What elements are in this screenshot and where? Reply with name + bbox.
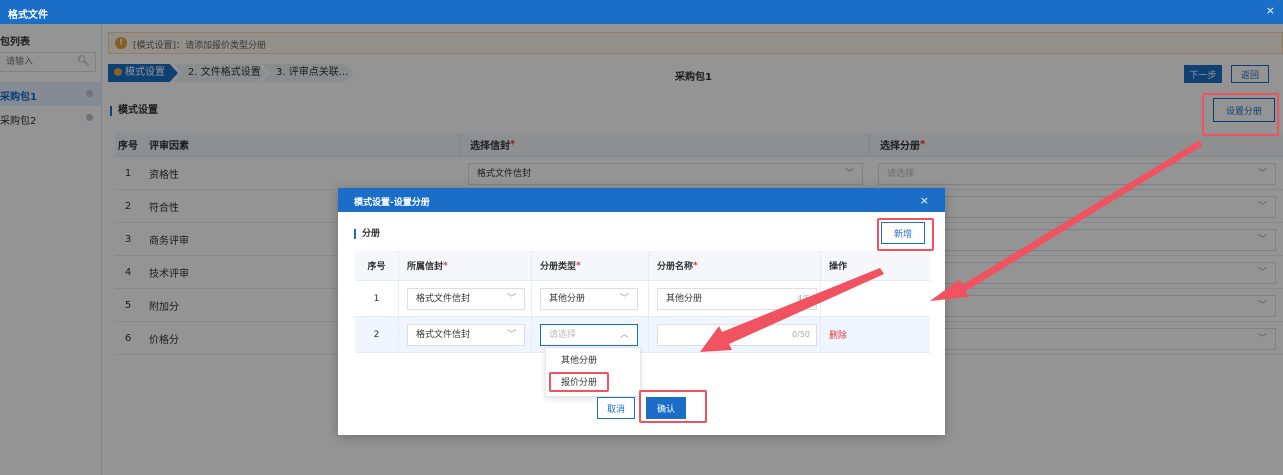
envelope-select[interactable]: 格式文件信封 ﹀: [407, 288, 525, 310]
chevron-up-icon: ︿: [619, 330, 629, 340]
type-dropdown: 其他分册 报价分册: [545, 347, 641, 397]
cancel-button[interactable]: 取消: [597, 397, 635, 419]
modal-header: 模式设置-设置分册 ×: [338, 188, 945, 212]
chevron-down-icon: ﹀: [506, 294, 516, 304]
close-icon[interactable]: ×: [1266, 4, 1275, 17]
delete-link[interactable]: 删除: [829, 328, 847, 341]
fen-table: 序号 所属信封 * 分册类型 * 分册名称 * 操作 1 格式文件信封 ﹀ 其他分册 ﹀ …: [355, 251, 930, 353]
table-header: 序号 所属信封 * 分册类型 * 分册名称 * 操作: [355, 251, 930, 281]
close-icon[interactable]: ×: [920, 194, 929, 207]
header-name: 分册名称 *: [649, 251, 821, 280]
required-mark: *: [576, 260, 581, 271]
input-value: 其他分册: [666, 294, 703, 304]
window-titlebar: 格式文件 ×: [0, 0, 1283, 24]
fen-name-input[interactable]: 0/50: [657, 324, 817, 346]
chevron-down-icon: ﹀: [619, 294, 629, 304]
modal-section-title: 分册: [354, 229, 380, 239]
select-value: 其他分册: [549, 294, 586, 304]
row-no: 2: [355, 317, 399, 352]
window-title: 格式文件: [8, 10, 48, 21]
row-no: 1: [355, 281, 399, 316]
envelope-select[interactable]: 格式文件信封 ﹀: [407, 324, 525, 346]
char-count: 0/50: [792, 330, 810, 339]
table-row: 1 格式文件信封 ﹀ 其他分册 ﹀ 其他分册 4/5: [355, 281, 930, 317]
type-select[interactable]: 请选择 ︿: [540, 324, 638, 346]
name-cell: 0/50: [649, 317, 821, 352]
required-mark: *: [693, 260, 698, 271]
header-op: 操作: [829, 262, 848, 272]
add-fen-button[interactable]: 新增: [881, 222, 925, 244]
select-placeholder: 请选择: [549, 330, 577, 340]
header-envelope: 所属信封 *: [399, 251, 532, 280]
char-count: 4/5: [797, 294, 810, 303]
dropdown-option-quote[interactable]: 报价分册: [546, 373, 642, 393]
header-no: 序号: [355, 251, 399, 280]
envelope-cell: 格式文件信封 ﹀: [399, 317, 532, 352]
select-value: 格式文件信封: [416, 330, 471, 340]
header-label: 所属信封: [407, 262, 444, 272]
type-cell: 其他分册 ﹀: [532, 281, 649, 316]
table-row: 2 格式文件信封 ﹀ 请选择 ︿ 0/50 删除: [355, 317, 930, 353]
select-value: 格式文件信封: [416, 294, 471, 304]
required-mark: *: [443, 260, 448, 271]
header-label: 分册类型: [540, 262, 577, 272]
type-select[interactable]: 其他分册 ﹀: [540, 288, 638, 310]
set-fen-modal: 模式设置-设置分册 × 分册 新增 序号 所属信封 * 分册类型 * 分册名称 * 操…: [338, 188, 945, 435]
op-cell: 删除: [821, 317, 930, 352]
chevron-down-icon: ﹀: [506, 330, 516, 340]
name-cell: 其他分册 4/5: [649, 281, 821, 316]
op-cell: [821, 281, 930, 316]
header-type: 分册类型 *: [532, 251, 649, 280]
modal-title: 模式设置-设置分册: [354, 198, 430, 208]
confirm-button[interactable]: 确认: [646, 397, 686, 419]
fen-name-input[interactable]: 其他分册 4/5: [657, 288, 817, 310]
header-label: 分册名称: [657, 262, 694, 272]
dropdown-option-other[interactable]: 其他分册: [546, 351, 642, 371]
envelope-cell: 格式文件信封 ﹀: [399, 281, 532, 316]
